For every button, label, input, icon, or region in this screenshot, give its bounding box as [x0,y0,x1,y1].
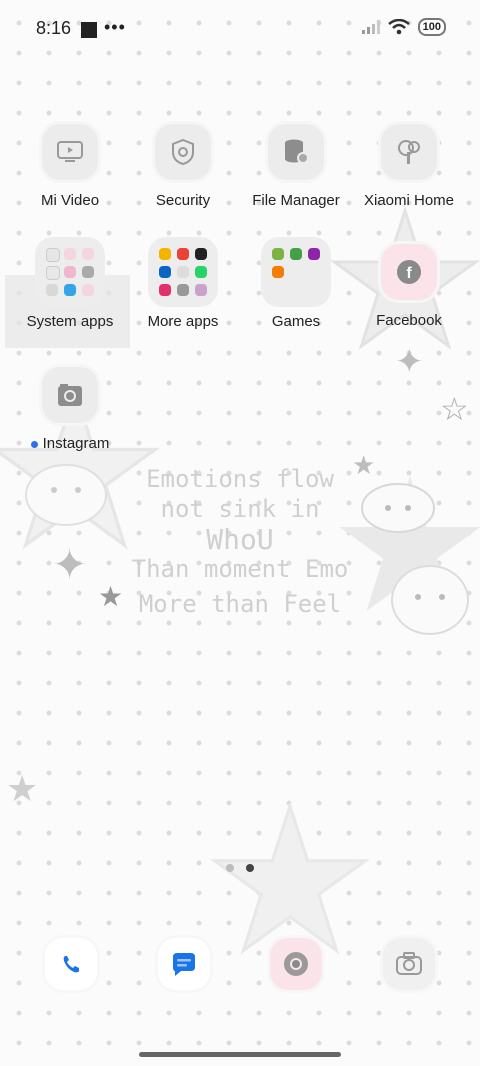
folder-label-system-apps: System apps [26,313,114,330]
signal-icon [361,20,380,34]
app-instagram[interactable]: Instagram [14,367,126,452]
wallpaper-text-line-5: More than Feel [138,590,342,618]
app-file-manager[interactable]: File Manager [240,124,352,209]
messages-icon [173,953,195,976]
folder-icon[interactable] [35,237,105,307]
app-label-xiaomi-home: Xiaomi Home [363,192,455,209]
camera-icon [396,952,422,975]
folder-icon-games[interactable] [261,237,331,307]
small-star-icon-3: ★ [6,768,39,809]
dock-phone[interactable] [45,938,97,990]
wallpaper-text-line-4: Than moment Emo [131,555,349,583]
outline-star-icon: ☆ [440,391,469,427]
page-dot-2-active[interactable] [246,864,254,872]
app-label-file-manager: File Manager [252,192,340,209]
page-dot-1[interactable] [226,864,234,872]
instagram-camera-icon[interactable] [42,367,98,423]
battery-indicator: 100 [417,18,446,36]
folder-games[interactable]: Games [240,237,352,330]
folder-label-games: Games [271,313,321,330]
app-mi-video[interactable]: Mi Video [14,124,126,209]
wallpaper-text-line-1: Emotions flow [146,465,334,493]
status-icons: 100 [361,18,446,36]
dock-messages[interactable] [158,938,210,990]
notification-square-icon [81,22,97,38]
new-notification-dot [30,440,38,448]
facebook-icon[interactable]: f [381,244,437,300]
database-icon[interactable] [268,124,324,180]
more-notifications-icon: ••• [104,17,126,37]
dock-camera[interactable] [383,938,435,990]
svg-text:f: f [406,265,412,282]
app-security[interactable]: Security [127,124,239,209]
phone-icon [58,951,84,977]
folder-icon-more[interactable] [148,237,218,307]
folder-system-apps[interactable]: System apps [14,237,126,330]
sparkle-icon: ✦ [395,343,424,381]
shield-icon[interactable] [155,124,211,180]
app-xiaomi-home[interactable]: Xiaomi Home [353,124,465,209]
folder-more-apps[interactable]: More apps [127,237,239,330]
wallpaper-star-bottom-icon [209,801,371,955]
status-time: 8:16 [36,18,72,38]
app-label-security: Security [155,192,211,209]
wallpaper-text-line-3: WhoU [206,523,274,556]
wallpaper-text-line-2: not sink in [160,495,320,523]
chrome-icon [284,952,308,976]
gesture-navigation-bar[interactable] [139,1052,341,1057]
tv-icon[interactable] [42,124,98,180]
dock-chrome[interactable] [270,938,322,990]
wifi-icon [387,19,410,35]
app-label-facebook: Facebook [376,312,442,329]
app-facebook[interactable]: f Facebook [353,244,465,329]
app-label-mi-video: Mi Video [40,192,100,209]
app-label-instagram: Instagram [14,435,126,452]
folder-label-more-apps: More apps [147,313,219,330]
home-tree-icon[interactable] [381,124,437,180]
app-label-instagram-text: Instagram [42,435,110,452]
